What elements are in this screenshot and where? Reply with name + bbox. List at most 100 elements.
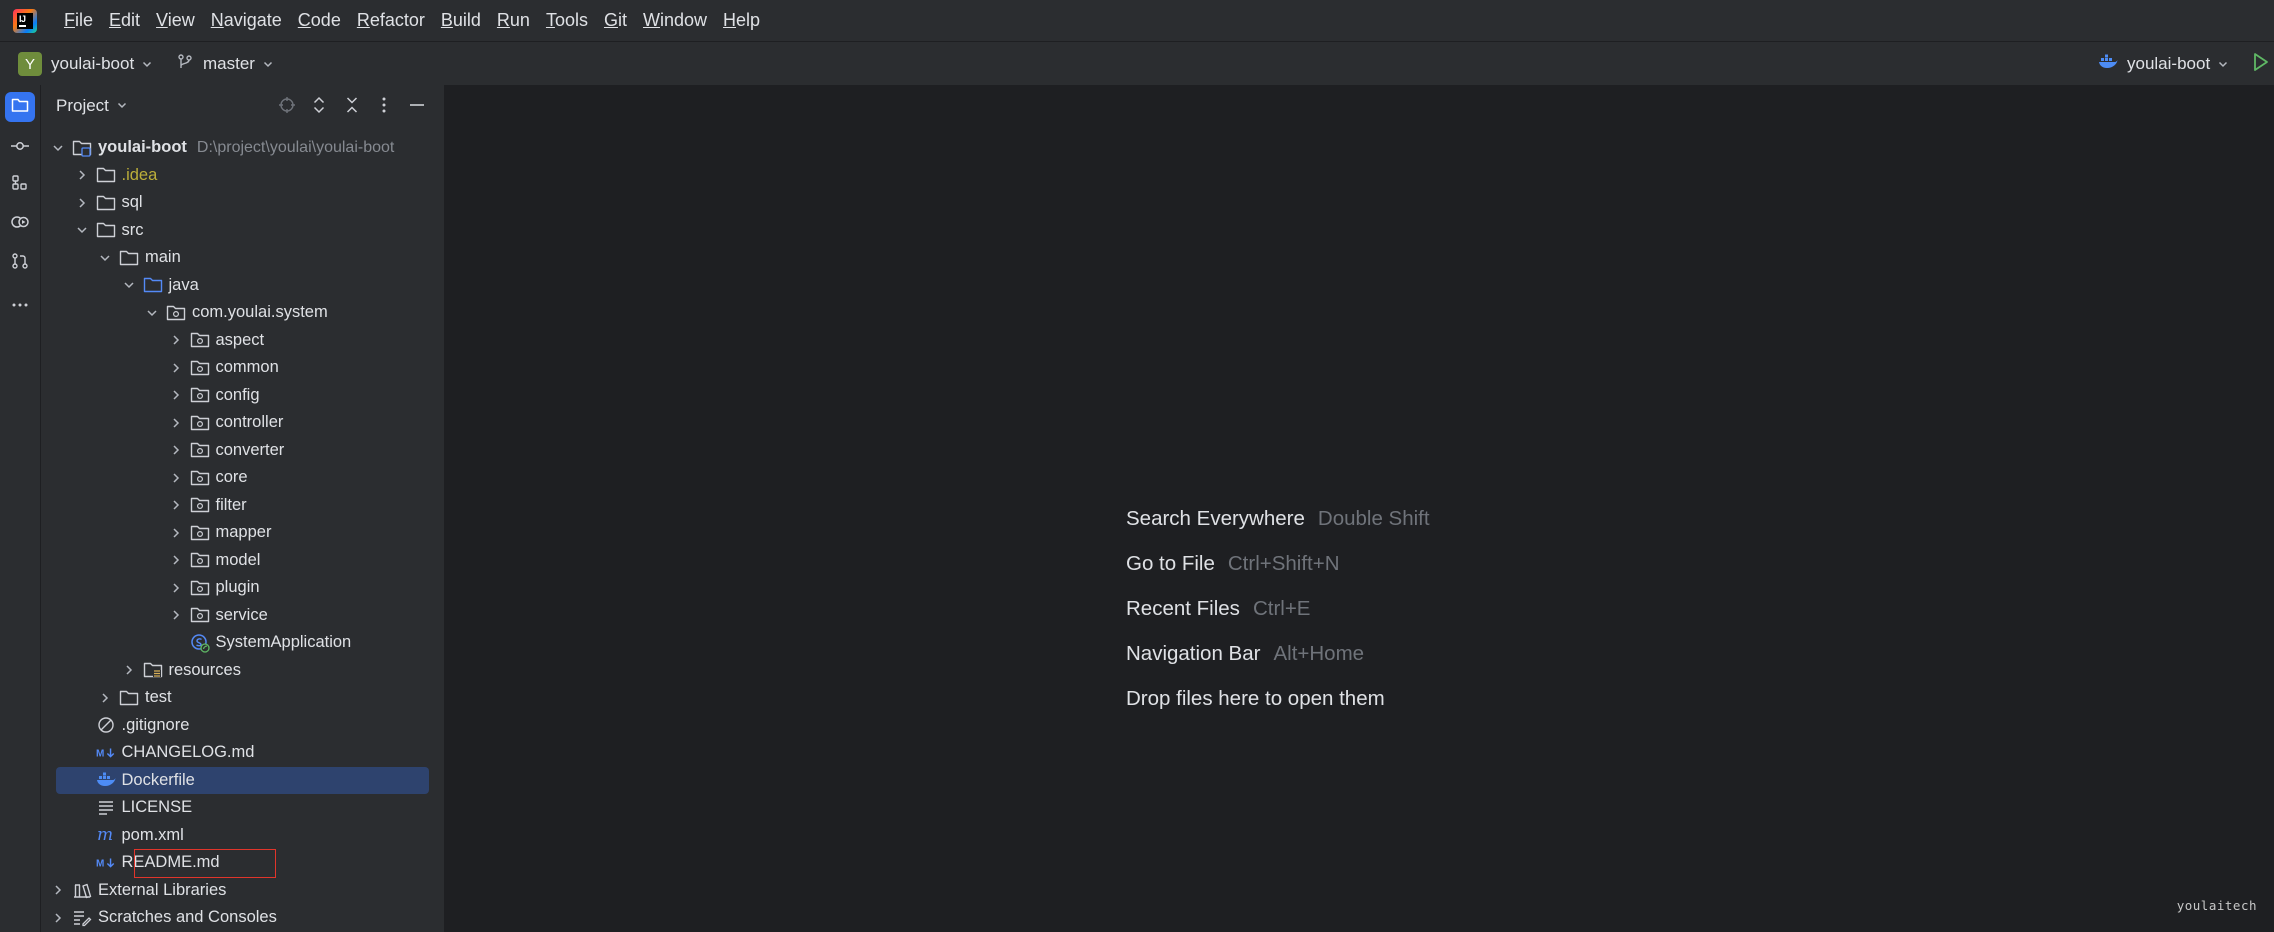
tree-row[interactable]: aspect — [41, 327, 444, 355]
tree-item-label: .gitignore — [121, 715, 190, 734]
menu-item[interactable]: Help — [723, 10, 760, 31]
tree-row[interactable]: SystemApplication — [41, 629, 444, 657]
menu-item[interactable]: View — [156, 10, 195, 31]
tree-row[interactable]: converter — [41, 437, 444, 465]
tree-row[interactable]: config — [41, 382, 444, 410]
run-config-name: youlai-boot — [2127, 54, 2211, 73]
tree-item-label: youlai-boot — [98, 138, 187, 156]
chevron-right-icon[interactable] — [74, 195, 90, 211]
menu-item[interactable]: Git — [604, 10, 627, 31]
tree-row[interactable]: controller — [41, 409, 444, 437]
editor-hint: Go to File Ctrl+Shift+N — [1126, 541, 1430, 586]
run-icon[interactable] — [2252, 52, 2270, 76]
run-configuration-selector[interactable]: youlai-boot — [2098, 51, 2229, 77]
tree-row[interactable]: com.youlai.system — [41, 299, 444, 327]
menu-item[interactable]: Navigate — [211, 10, 282, 31]
tree-row[interactable]: Scratches and Consoles — [41, 904, 444, 932]
tree-row[interactable]: Dockerfile — [41, 766, 444, 795]
project-switcher[interactable]: Y youlai-boot — [18, 51, 153, 77]
chevron-right-icon[interactable] — [50, 882, 66, 898]
docker-file-icon — [96, 770, 116, 790]
services-tool-button[interactable] — [5, 209, 35, 239]
vcs-branch-switcher[interactable]: master — [176, 51, 274, 77]
hint-action: Navigation Bar — [1126, 641, 1261, 665]
chevron-down-icon[interactable] — [121, 277, 137, 293]
locate-icon[interactable] — [277, 95, 297, 115]
structure-tool-button[interactable] — [5, 170, 35, 200]
chevron-right-icon[interactable] — [50, 910, 66, 926]
chevron-right-icon[interactable] — [121, 662, 137, 678]
tree-row[interactable]: core — [41, 464, 444, 492]
hide-icon[interactable] — [407, 95, 427, 115]
tree-row[interactable]: M CHANGELOG.md — [41, 739, 444, 767]
intellij-logo-icon[interactable]: IJ — [13, 8, 37, 33]
project-view-selector[interactable]: Project — [56, 96, 128, 116]
tree-row[interactable]: test — [41, 684, 444, 712]
folder-icon — [119, 688, 139, 708]
chevron-down-icon[interactable] — [97, 250, 113, 266]
tree-item-label: aspect — [215, 330, 265, 349]
tree-row[interactable]: mapper — [41, 519, 444, 547]
hint-action: Recent Files — [1126, 596, 1240, 620]
tree-row[interactable]: plugin — [41, 574, 444, 602]
chevron-right-icon[interactable] — [168, 580, 184, 596]
commit-tool-button[interactable] — [5, 131, 35, 161]
hint-shortcut: Double Shift — [1317, 506, 1430, 530]
tree-row[interactable]: model — [41, 547, 444, 575]
chevron-right-icon[interactable] — [168, 525, 184, 541]
expand-all-icon[interactable] — [309, 95, 329, 115]
tree-row[interactable]: resources — [41, 657, 444, 685]
editor-hint: Search Everywhere Double Shift — [1126, 496, 1430, 541]
options-icon[interactable] — [374, 95, 394, 115]
tree-row[interactable]: main — [41, 244, 444, 272]
chevron-right-icon[interactable] — [168, 470, 184, 486]
menu-item[interactable]: Edit — [109, 10, 140, 31]
tree-row[interactable]: filter — [41, 492, 444, 520]
chevron-down-icon[interactable] — [74, 222, 90, 238]
menu-item[interactable]: Window — [643, 10, 707, 31]
project-tool-button[interactable] — [5, 92, 35, 122]
menu-item[interactable]: Run — [497, 10, 530, 31]
tree-row[interactable]: m pom.xml — [41, 822, 444, 850]
chevron-down-icon[interactable] — [50, 140, 66, 156]
menu-item[interactable]: Refactor — [357, 10, 425, 31]
tree-row[interactable]: LICENSE — [41, 794, 444, 822]
chevron-right-icon[interactable] — [168, 360, 184, 376]
tree-row[interactable]: youlai-boot D:\project\youlai\youlai-boot — [41, 134, 444, 162]
chevron-right-icon[interactable] — [168, 415, 184, 431]
editor-empty-area[interactable]: Search Everywhere Double Shift Go to File C… — [445, 85, 2274, 932]
folder-icon — [96, 220, 116, 240]
chevron-down-icon[interactable] — [144, 305, 160, 321]
tree-row[interactable]: src — [41, 217, 444, 245]
tree-item-label: CHANGELOG.md — [121, 743, 255, 761]
tree-item-label: model — [215, 550, 261, 569]
main-menubar: IJ File Edit View Navigate Code Refactor Build… — [0, 0, 2274, 42]
chevron-right-icon[interactable] — [168, 387, 184, 403]
tree-row[interactable]: service — [41, 602, 444, 630]
menu-item[interactable]: Build — [441, 10, 481, 31]
more-tool-windows-button[interactable] — [5, 287, 35, 317]
chevron-right-icon[interactable] — [168, 497, 184, 513]
tree-row[interactable]: sql — [41, 189, 444, 217]
menu-item[interactable]: Code — [298, 10, 341, 31]
tool-window-stripe — [0, 85, 41, 932]
tree-row[interactable]: External Libraries — [41, 877, 444, 905]
chevron-right-icon[interactable] — [168, 442, 184, 458]
chevron-right-icon[interactable] — [168, 607, 184, 623]
chevron-right-icon[interactable] — [168, 552, 184, 568]
collapse-all-icon[interactable] — [342, 95, 362, 115]
pull-requests-tool-button[interactable] — [5, 248, 35, 278]
chevron-right-icon[interactable] — [74, 167, 90, 183]
chevron-right-icon[interactable] — [168, 332, 184, 348]
tree-row[interactable]: M README.md — [41, 849, 444, 877]
resources-folder-icon — [143, 660, 163, 680]
folder-icon — [96, 193, 116, 213]
tree-row[interactable]: .idea — [41, 162, 444, 190]
menu-item[interactable]: File — [64, 10, 93, 31]
tree-row[interactable]: .gitignore — [41, 712, 444, 740]
tree-row[interactable]: java — [41, 272, 444, 300]
menu-item[interactable]: Tools — [546, 10, 588, 31]
tree-item-label: sql — [121, 193, 143, 211]
tree-row[interactable]: common — [41, 354, 444, 382]
chevron-right-icon[interactable] — [97, 690, 113, 706]
